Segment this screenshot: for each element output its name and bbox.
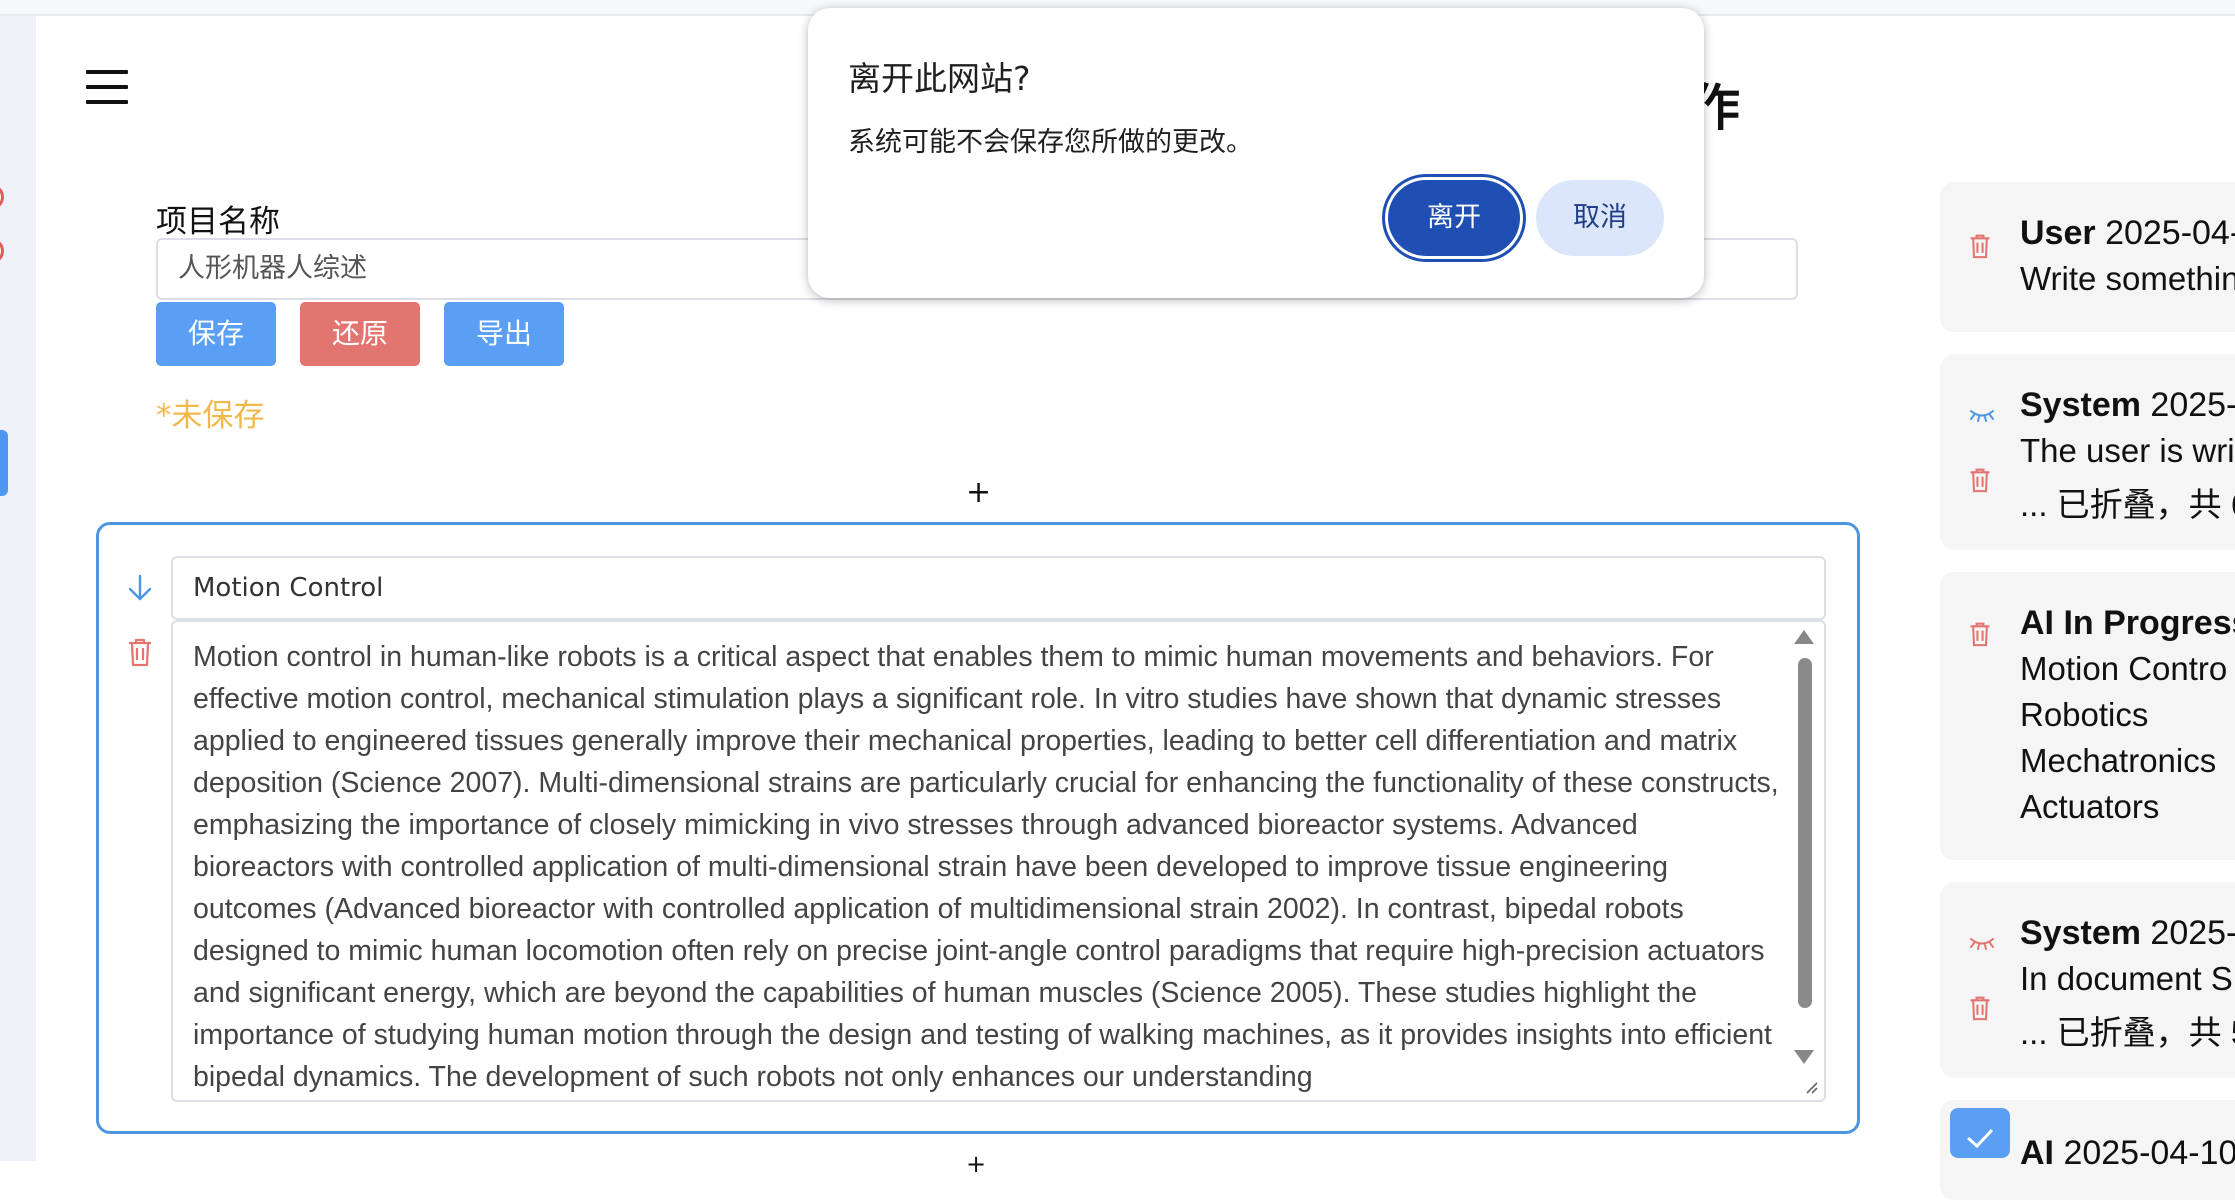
cancel-button[interactable]: 取消 xyxy=(1536,180,1664,256)
message-card: System 2025-0 The user is wri ... 已折叠，共 … xyxy=(1940,354,2235,550)
add-section-button[interactable]: + xyxy=(966,475,991,510)
add-section-button-bottom[interactable]: + xyxy=(966,1150,986,1178)
sidebar-active-tab[interactable] xyxy=(0,430,8,496)
leave-button[interactable]: 离开 xyxy=(1388,180,1520,256)
scrollbar-thumb[interactable] xyxy=(1798,658,1812,1008)
dialog-title: 离开此网站? xyxy=(848,59,1031,98)
menu-icon[interactable] xyxy=(86,70,128,110)
sidebar-indicator[interactable] xyxy=(0,238,4,264)
message-date: 2025-0 xyxy=(2150,386,2235,424)
arrow-down-icon[interactable] xyxy=(124,572,156,604)
message-card: AI In Progress Motion Contro Robotics Me… xyxy=(1940,572,2235,860)
restore-button[interactable]: 还原 xyxy=(300,302,420,366)
message-role: System xyxy=(2020,914,2141,952)
resize-handle-icon[interactable] xyxy=(1802,1078,1818,1094)
sidebar-indicator[interactable] xyxy=(0,184,4,210)
message-text: ... 已折叠，共 6 xyxy=(2020,486,2235,523)
scroll-up-arrow[interactable] xyxy=(1794,630,1814,644)
checkmark-icon[interactable] xyxy=(1950,1108,2010,1158)
message-date: 2025-04-10 xyxy=(2063,1134,2235,1172)
trash-icon[interactable] xyxy=(1968,994,1992,1022)
message-text: In document S xyxy=(2020,960,2233,997)
section-title-input[interactable]: Motion Control xyxy=(171,556,1826,620)
message-date: 2025-0 xyxy=(2150,914,2235,952)
section-body-text: Motion control in human-like robots is a… xyxy=(193,641,1779,1093)
message-text: Write somethin xyxy=(2020,260,2235,297)
message-role: AI xyxy=(2020,1134,2054,1172)
export-button[interactable]: 导出 xyxy=(444,302,564,366)
trash-icon[interactable] xyxy=(126,636,154,668)
message-text: Robotics xyxy=(2020,696,2149,733)
trash-icon[interactable] xyxy=(1968,232,1992,260)
message-role: AI In Progress xyxy=(2020,604,2235,642)
message-card: System 2025-0 In document S ... 已折叠，共 5 xyxy=(1940,882,2235,1078)
dialog-message: 系统可能不会保存您所做的更改。 xyxy=(848,127,1253,158)
eye-closed-icon[interactable] xyxy=(1968,406,1996,422)
project-name-label: 项目名称 xyxy=(156,204,280,240)
message-text: Actuators xyxy=(2020,788,2160,825)
message-card: AI 2025-04-10 xyxy=(1940,1100,2235,1200)
left-sidebar xyxy=(0,16,36,1161)
trash-icon[interactable] xyxy=(1968,466,1992,494)
message-date: 2025-04-1 xyxy=(2105,214,2235,252)
message-role: System xyxy=(2020,386,2141,424)
message-text: Motion Contro xyxy=(2020,650,2228,687)
message-text: Mechatronics xyxy=(2020,742,2217,779)
save-button[interactable]: 保存 xyxy=(156,302,276,366)
leave-site-dialog: 离开此网站? 系统可能不会保存您所做的更改。 离开 取消 xyxy=(808,8,1704,298)
message-card: User 2025-04-1 Write somethin xyxy=(1940,182,2235,332)
message-text: The user is wri xyxy=(2020,432,2235,469)
unsaved-status: *未保存 xyxy=(156,398,265,434)
scroll-down-arrow[interactable] xyxy=(1794,1050,1814,1064)
eye-closed-icon[interactable] xyxy=(1968,934,1996,950)
trash-icon[interactable] xyxy=(1968,620,1992,648)
message-role: User xyxy=(2020,214,2096,252)
section-body-textarea[interactable]: Motion control in human-like robots is a… xyxy=(171,620,1826,1102)
message-text: ... 已折叠，共 5 xyxy=(2020,1014,2235,1051)
